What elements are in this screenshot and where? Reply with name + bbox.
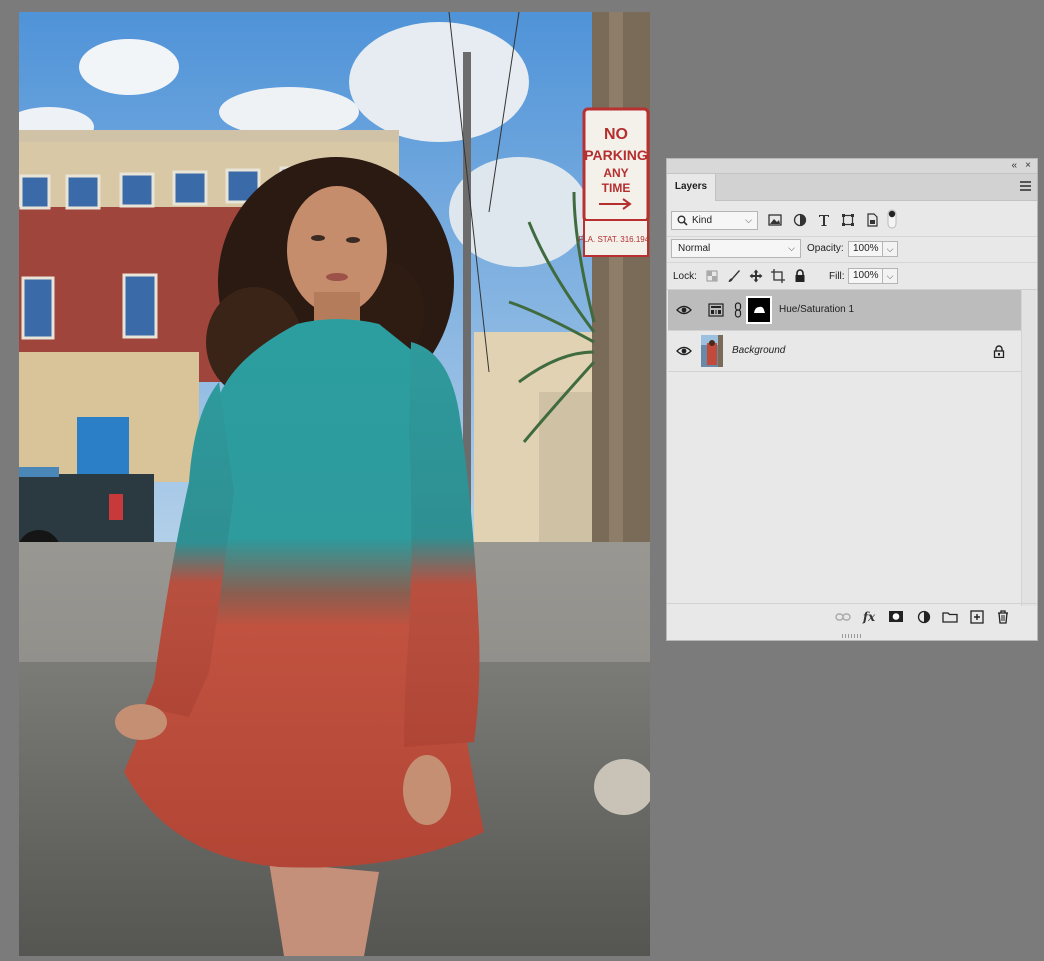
smart-object-filter-icon[interactable] [865, 213, 879, 227]
fill-dropdown-icon[interactable]: ⌵ [882, 268, 898, 284]
chevron-down-icon: ⌵ [788, 243, 795, 253]
add-mask-icon[interactable] [888, 609, 904, 625]
new-adjustment-icon[interactable] [916, 609, 932, 625]
image-filter-icon[interactable] [768, 213, 782, 227]
fill-label: Fill: [829, 271, 845, 282]
background-layer-thumbnail[interactable] [701, 335, 723, 367]
shape-filter-icon[interactable] [841, 213, 855, 227]
panel-resize-grip[interactable] [842, 634, 862, 638]
opacity-dropdown-icon[interactable]: ⌵ [882, 241, 898, 257]
layer-row-background[interactable]: Background [668, 331, 1021, 372]
lock-artboard-icon[interactable] [771, 269, 785, 283]
layers-scrollbar[interactable] [1021, 290, 1036, 606]
tab-layers[interactable]: Layers [667, 174, 716, 201]
close-panel-icon[interactable]: × [1025, 159, 1031, 173]
filter-kind-select[interactable]: Kind ⌵ [671, 211, 758, 230]
lock-row: Lock: Fill: 100% ⌵ [667, 262, 1037, 290]
chain-link-icon[interactable] [734, 302, 742, 318]
lock-label: Lock: [673, 271, 697, 282]
sign-text-2: PARKING [584, 147, 648, 163]
layer-filter-row: Kind ⌵ [667, 209, 1037, 233]
filter-toggle-icon[interactable] [887, 209, 897, 229]
document-canvas[interactable]: NO PARKING ANY TIME FLA. STAT. 316.1945 [19, 12, 650, 956]
new-layer-icon[interactable] [969, 609, 985, 625]
blend-mode-select[interactable]: Normal ⌵ [671, 239, 801, 258]
layer-name-hue-saturation[interactable]: Hue/Saturation 1 [779, 303, 854, 317]
lock-all-icon[interactable] [793, 269, 807, 283]
eye-icon[interactable] [676, 344, 692, 358]
hue-saturation-adjustment-icon [708, 303, 724, 317]
panel-tab-bar: Layers [667, 174, 1037, 201]
search-icon [677, 215, 688, 226]
lock-position-icon[interactable] [749, 269, 763, 283]
blend-row: Normal ⌵ Opacity: 100% ⌵ [667, 236, 1037, 261]
chevron-down-icon: ⌵ [745, 215, 752, 225]
layer-row-hue-saturation[interactable]: Hue/Saturation 1 [668, 290, 1021, 331]
opacity-input[interactable]: 100% [848, 241, 883, 257]
photo-artwork: NO PARKING ANY TIME FLA. STAT. 316.1945 [19, 12, 650, 956]
type-filter-icon[interactable] [817, 213, 831, 227]
collapse-panel-icon[interactable]: « [1011, 159, 1017, 173]
sign-text-1: NO [604, 126, 628, 143]
link-layers-icon[interactable] [835, 609, 851, 625]
fx-icon[interactable]: fx [861, 609, 877, 625]
delete-layer-icon[interactable] [995, 609, 1011, 625]
sign-text-3: ANY [603, 166, 628, 180]
panel-menu-icon[interactable] [1020, 181, 1031, 191]
layer-name-background[interactable]: Background [732, 344, 785, 358]
fill-input[interactable]: 100% [848, 268, 883, 284]
lock-image-pixels-icon[interactable] [727, 269, 741, 283]
layer-mask-thumbnail[interactable] [746, 296, 772, 324]
adjustment-filter-icon[interactable] [793, 213, 807, 227]
panel-title-strip: « × [667, 159, 1037, 174]
layers-bottom-toolbar: fx [667, 603, 1037, 630]
eye-icon[interactable] [676, 303, 692, 317]
filter-kind-label: Kind [692, 215, 713, 226]
new-group-icon[interactable] [942, 609, 958, 625]
lock-transparent-pixels-icon[interactable] [705, 269, 719, 283]
sign-text-4: TIME [602, 181, 631, 195]
lock-icon [993, 345, 1005, 358]
opacity-label: Opacity: [807, 243, 844, 254]
sign-statute: FLA. STAT. 316.1945 [578, 235, 650, 244]
layers-list: Hue/Saturation 1 Background [668, 290, 1021, 606]
blend-mode-value: Normal [678, 243, 711, 254]
layers-panel: « × Layers Kind ⌵ Normal ⌵ Opacity: 100%… [666, 158, 1038, 641]
